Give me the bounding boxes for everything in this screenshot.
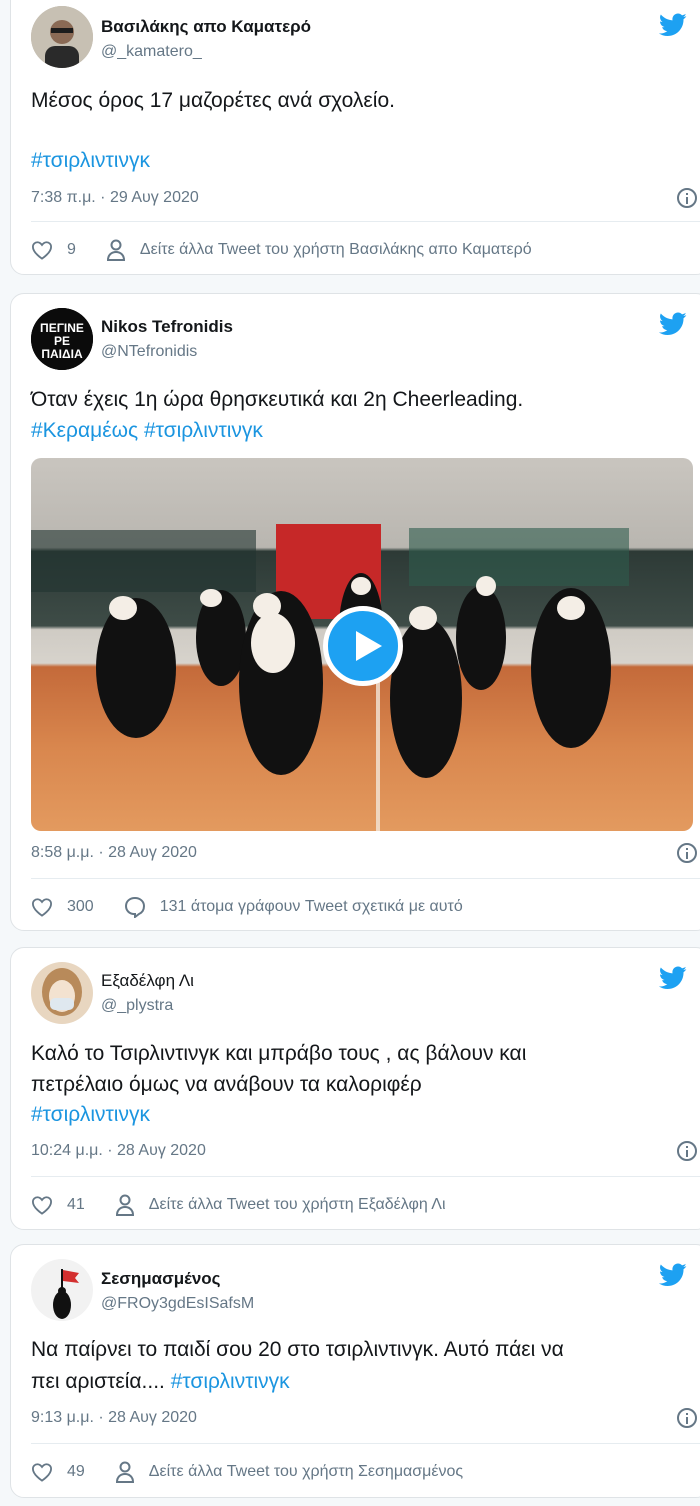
tweet-card: ΠΕΓΙΝΕ ΡΕ ΠΑΙΔΙΑ Nikos Tefronidis @NTefr…: [10, 293, 700, 931]
tweet-timestamp[interactable]: 8:58 μ.μ. · 28 Αυγ 2020: [31, 844, 197, 862]
twitter-bird-icon[interactable]: [659, 13, 687, 37]
play-button[interactable]: [323, 606, 403, 686]
author-handle[interactable]: @_plystra: [101, 997, 173, 1015]
twitter-bird-icon[interactable]: [659, 312, 687, 336]
tweet-card: Σεσημασμένος @FROy3gdEsISafsM Να παίρνει…: [10, 1244, 700, 1498]
author-name[interactable]: Nikos Tefronidis: [101, 317, 233, 337]
info-icon[interactable]: [677, 1141, 697, 1161]
tweet-actions: 300 131 άτομα γράφουν Tweet σχετικά με α…: [31, 896, 463, 918]
tweet-text-line: Καλό το Τσιρλιντινγκ και μπράβο τους , α…: [31, 1042, 527, 1065]
author-name[interactable]: Σεσημασμένος: [101, 1269, 221, 1289]
tweet-hashtag[interactable]: #τσιρλιντινγκ: [31, 1099, 681, 1131]
info-icon[interactable]: [677, 1408, 697, 1428]
twitter-bird-icon[interactable]: [659, 966, 687, 990]
twitter-bird-icon[interactable]: [659, 1263, 687, 1287]
heart-icon[interactable]: [31, 897, 53, 917]
avatar[interactable]: ΠΕΓΙΝΕ ΡΕ ΠΑΙΔΙΑ: [31, 308, 93, 370]
tweet-hashtag[interactable]: #Κεραμέως #τσιρλιντινγκ: [31, 415, 681, 447]
divider: [31, 1443, 700, 1444]
svg-text:ΠΕΓΙΝΕ: ΠΕΓΙΝΕ: [40, 321, 84, 335]
tweet-text-line: πετρέλαιο όμως να ανάβουν τα καλοριφέρ: [31, 1073, 422, 1096]
svg-text:ΡΕ: ΡΕ: [54, 334, 70, 348]
author-handle[interactable]: @_kamatero_: [101, 43, 202, 61]
info-icon[interactable]: [677, 188, 697, 208]
heart-icon[interactable]: [31, 240, 53, 260]
tweet-text: Μέσος όρος 17 μαζορέτες ανά σχολείο.: [31, 89, 395, 112]
tweet-card: Βασιλάκης απο Καματερό @_kamatero_ Μέσος…: [10, 0, 700, 275]
tweet-hashtag[interactable]: #τσιρλιντινγκ: [31, 145, 681, 177]
avatar[interactable]: [31, 962, 93, 1024]
person-icon[interactable]: [115, 1194, 135, 1216]
tweet-actions: 49 Δείτε άλλα Tweet του χρήστη Σεσημασμέ…: [31, 1461, 463, 1483]
tweet-text-line: πει αριστεία.... #τσιρλιντινγκ: [31, 1366, 681, 1398]
svg-text:ΠΑΙΔΙΑ: ΠΑΙΔΙΑ: [41, 347, 83, 361]
like-count[interactable]: 300: [67, 898, 94, 916]
conversation-link[interactable]: 131 άτομα γράφουν Tweet σχετικά με αυτό: [160, 898, 463, 916]
info-icon[interactable]: [677, 843, 697, 863]
like-count[interactable]: 49: [67, 1463, 85, 1481]
heart-icon[interactable]: [31, 1195, 53, 1215]
person-icon[interactable]: [106, 239, 126, 261]
reply-bubble-icon[interactable]: [124, 896, 146, 918]
avatar[interactable]: [31, 1259, 93, 1321]
tweet-actions: 41 Δείτε άλλα Tweet του χρήστη Εξαδέλφη …: [31, 1194, 446, 1216]
like-count[interactable]: 9: [67, 241, 76, 259]
tweet-text: Όταν έχεις 1η ώρα θρησκευτικά και 2η Che…: [31, 388, 524, 411]
tweet-timestamp[interactable]: 9:13 μ.μ. · 28 Αυγ 2020: [31, 1409, 197, 1427]
person-icon[interactable]: [115, 1461, 135, 1483]
author-name[interactable]: Βασιλάκης απο Καματερό: [101, 17, 311, 37]
author-handle[interactable]: @NTefronidis: [101, 343, 197, 361]
heart-icon[interactable]: [31, 1462, 53, 1482]
divider: [31, 878, 700, 879]
like-count[interactable]: 41: [67, 1196, 85, 1214]
author-name[interactable]: Εξαδέλφη Λι: [101, 971, 194, 991]
tweet-timestamp[interactable]: 7:38 π.μ. · 29 Αυγ 2020: [31, 189, 199, 207]
divider: [31, 1176, 700, 1177]
tweet-timestamp[interactable]: 10:24 μ.μ. · 28 Αυγ 2020: [31, 1142, 206, 1160]
tweet-text-line: Να παίρνει το παιδί σου 20 στο τσιρλιντι…: [31, 1338, 564, 1361]
tweet-card: Εξαδέλφη Λι @_plystra Καλό το Τσιρλιντιν…: [10, 947, 700, 1230]
tweet-actions: 9 Δείτε άλλα Tweet του χρήστη Βασιλάκης …: [31, 239, 532, 261]
tweet-hashtag[interactable]: #τσιρλιντινγκ: [171, 1370, 290, 1393]
more-tweets-link[interactable]: Δείτε άλλα Tweet του χρήστη Σεσημασμένος: [149, 1463, 463, 1481]
tweet-text-fragment: πει αριστεία....: [31, 1370, 171, 1393]
more-tweets-link[interactable]: Δείτε άλλα Tweet του χρήστη Εξαδέλφη Λι: [149, 1196, 446, 1214]
divider: [31, 221, 700, 222]
more-tweets-link[interactable]: Δείτε άλλα Tweet του χρήστη Βασιλάκης απ…: [140, 241, 532, 259]
video-thumbnail[interactable]: [31, 458, 693, 831]
author-handle[interactable]: @FROy3gdEsISafsM: [101, 1295, 254, 1313]
avatar[interactable]: [31, 6, 93, 68]
